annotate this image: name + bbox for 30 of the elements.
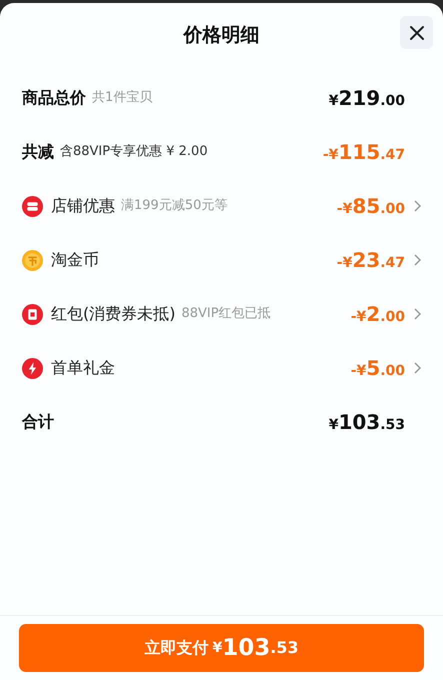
pay-button[interactable]: 立即支付 ¥103.53 (19, 624, 424, 672)
row-note: 含88VIP专享优惠 ¥ 2.00 (60, 143, 208, 162)
row-label: 首单礼金 (51, 357, 115, 379)
row-amount: -¥85.00 (336, 193, 405, 220)
chevron-right-icon (414, 200, 421, 212)
close-icon (408, 24, 424, 40)
coin-icon (22, 250, 43, 270)
chevron-right-icon (414, 308, 421, 320)
chevron-right-icon (414, 362, 421, 374)
row-label: 红包(消费券未抵) (51, 303, 176, 325)
row-note: 共1件宝贝 (92, 89, 152, 108)
row-note: 满199元减50元等 (121, 197, 228, 216)
envelope-icon (22, 304, 43, 324)
storefront-icon (22, 196, 43, 216)
sheet-title: 价格明细 (184, 22, 260, 48)
row-label: 淘金币 (51, 249, 99, 271)
row-label: 共减 (22, 141, 54, 163)
row-amount: ¥103.53 (328, 409, 405, 436)
row-amount: ¥219.00 (328, 85, 405, 112)
row-label: 店铺优惠 (51, 195, 115, 217)
row-label: 商品总价 (22, 87, 86, 109)
row-amount: -¥5.00 (350, 355, 405, 382)
row-amount: -¥2.00 (350, 301, 405, 328)
chevron-right-icon (414, 254, 421, 266)
row-label: 合计 (22, 411, 54, 433)
close-button[interactable] (400, 16, 433, 49)
row-amount: -¥115.47 (322, 139, 405, 166)
row-amount: -¥23.47 (336, 247, 405, 274)
lightning-icon (22, 358, 43, 378)
row-note: 88VIP红包已抵 (181, 305, 271, 324)
